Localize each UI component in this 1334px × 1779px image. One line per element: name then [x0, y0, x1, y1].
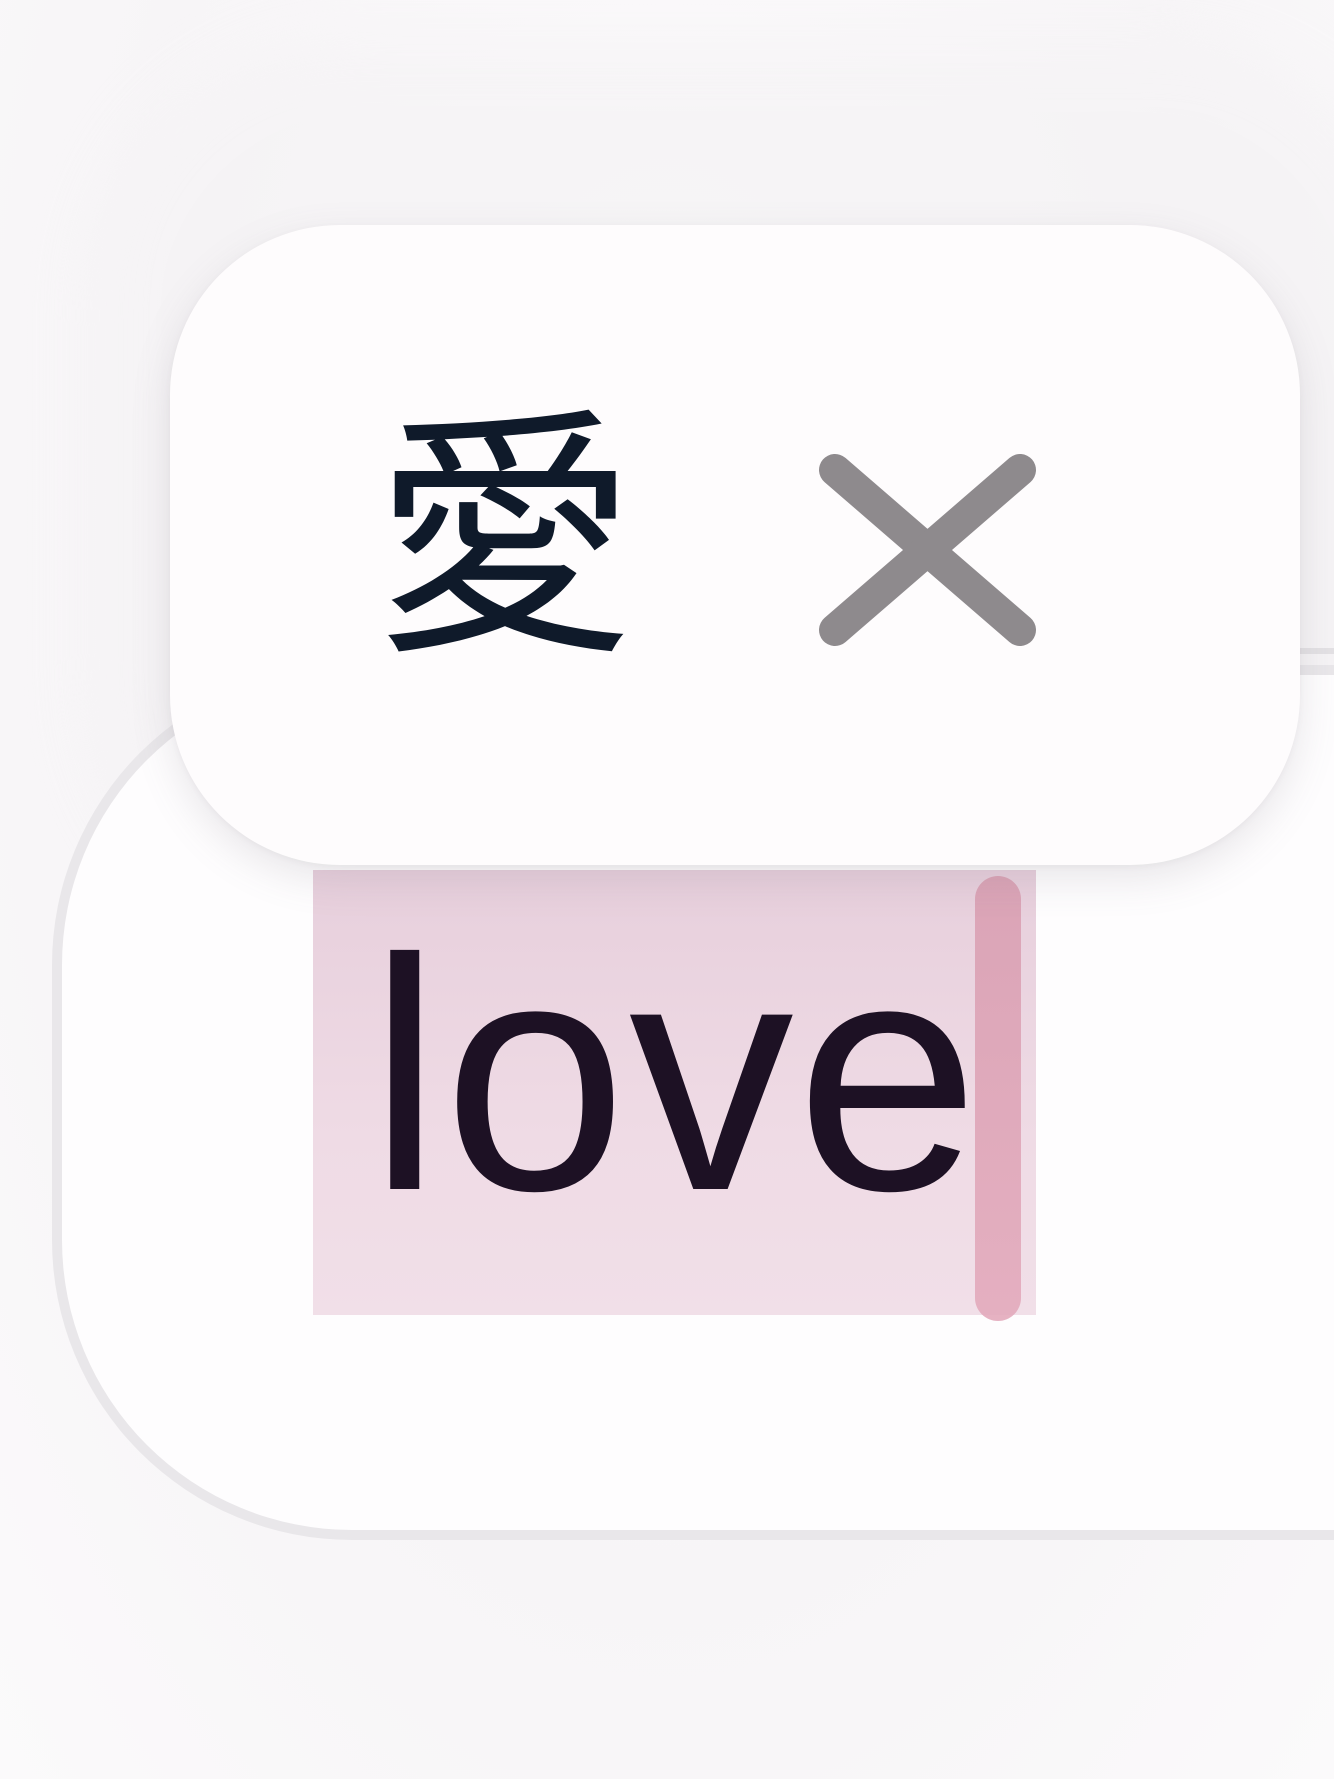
- typed-text[interactable]: love: [368, 905, 981, 1245]
- candidate-character[interactable]: 愛: [370, 395, 640, 685]
- screen: love 愛: [0, 0, 1334, 1779]
- candidate-popup: [170, 225, 1300, 865]
- close-icon: [815, 450, 1045, 680]
- close-button[interactable]: [815, 450, 1045, 680]
- text-cursor: [975, 876, 1021, 1321]
